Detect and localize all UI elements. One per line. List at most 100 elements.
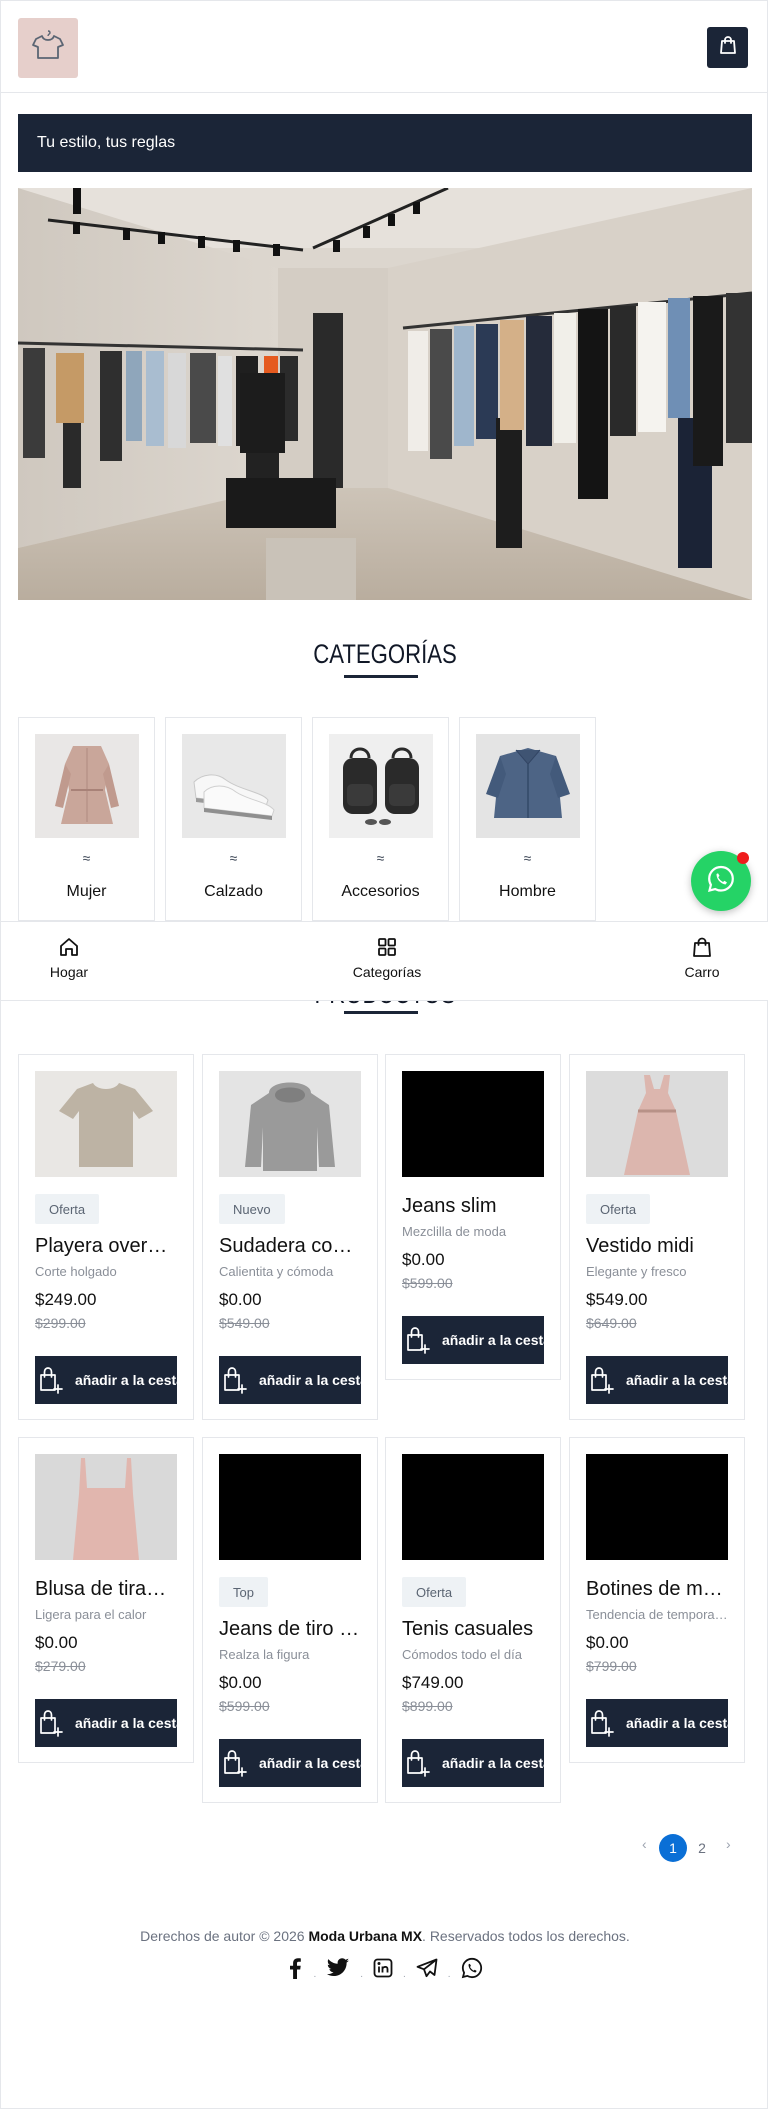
product-badge: Oferta [586, 1194, 651, 1224]
product-name[interactable]: Jeans de tiro alto [219, 1618, 361, 1641]
notification-dot [737, 852, 749, 864]
product-description: Corte holgado [35, 1264, 117, 1279]
product-price: $0.00 [586, 1633, 629, 1652]
product-image[interactable] [35, 1454, 177, 1560]
product-card[interactable]: Top Jeans de tiro alto Realza la figura $0.… [202, 1437, 378, 1803]
linkedin-icon[interactable] [373, 1958, 393, 1978]
product-description: Realza la figura [219, 1647, 310, 1662]
product-name[interactable]: Botines de moda [586, 1578, 728, 1601]
add-to-cart-button[interactable]: añadir a la cesta [35, 1699, 177, 1747]
product-image[interactable] [35, 1071, 177, 1177]
nav-label: Categorías [352, 964, 422, 980]
add-to-cart-label: añadir a la cesta [626, 1372, 728, 1388]
twitter-icon[interactable] [326, 1958, 350, 1978]
category-card-hombre[interactable]: ≈ Hombre [459, 717, 596, 921]
logo[interactable] [18, 18, 78, 78]
category-label: Calzado [204, 883, 263, 900]
pagination-next[interactable]: › [726, 1836, 731, 1852]
pagination-page-1[interactable]: 1 [659, 1834, 687, 1862]
product-old-price: $899.00 [402, 1698, 453, 1714]
add-to-cart-button[interactable]: añadir a la cesta [402, 1316, 544, 1364]
product-badge: Top [219, 1577, 268, 1607]
product-image[interactable] [219, 1454, 361, 1560]
product-name[interactable]: Blusa de tirantes [35, 1578, 177, 1601]
product-old-price: $599.00 [402, 1275, 453, 1291]
product-price: $0.00 [219, 1290, 262, 1309]
category-symbol: ≈ [376, 850, 385, 866]
product-description: Ligera para el calor [35, 1607, 147, 1622]
categories-title-underline [344, 675, 418, 678]
bag-plus-icon [224, 1367, 247, 1394]
product-image[interactable] [586, 1071, 728, 1177]
whatsapp-button[interactable] [691, 851, 751, 911]
product-image[interactable] [586, 1454, 728, 1560]
product-price: $549.00 [586, 1290, 648, 1309]
nav-item-carro[interactable]: Carro [652, 936, 752, 980]
product-card[interactable]: Oferta Tenis casuales Cómodos todo el día $… [385, 1437, 561, 1803]
product-image[interactable] [219, 1071, 361, 1177]
social-separator: . [313, 1968, 317, 1980]
category-image-mujer [35, 734, 139, 838]
category-symbol: ≈ [523, 850, 532, 866]
pagination-page-2[interactable]: 2 [688, 1834, 716, 1862]
add-to-cart-button[interactable]: añadir a la cesta [586, 1356, 728, 1404]
product-card[interactable]: Blusa de tirantes Ligera para el calor $0.… [18, 1437, 194, 1763]
pagination-prev[interactable]: ‹ [642, 1836, 647, 1852]
products-title-underline [344, 1011, 418, 1014]
product-name[interactable]: Sudadera con capucha [219, 1235, 361, 1258]
whatsapp-icon[interactable] [461, 1957, 483, 1979]
home-icon [19, 936, 119, 958]
header-cart-button[interactable] [707, 27, 748, 68]
product-old-price: $549.00 [219, 1315, 270, 1331]
product-name[interactable]: Vestido midi [586, 1235, 728, 1258]
product-price: $0.00 [219, 1673, 262, 1692]
nav-item-categorias[interactable]: Categorías [337, 936, 437, 980]
categories-title: CATEGORÍAS [313, 639, 457, 669]
product-card[interactable]: Oferta Vestido midi Elegante y fresco $549.… [569, 1054, 745, 1420]
category-label: Hombre [499, 883, 556, 900]
product-badge: Nuevo [219, 1194, 285, 1224]
product-image[interactable] [402, 1454, 544, 1560]
add-to-cart-button[interactable]: añadir a la cesta [586, 1699, 728, 1747]
grid-icon [337, 936, 437, 958]
bag-plus-icon [407, 1327, 430, 1354]
product-description: Calientita y cómoda [219, 1264, 334, 1279]
brand-name[interactable]: Moda Urbana MX [308, 1928, 422, 1944]
product-name[interactable]: Jeans slim [402, 1195, 544, 1218]
product-price: $749.00 [402, 1673, 464, 1692]
bag-plus-icon [40, 1710, 63, 1737]
facebook-icon[interactable] [287, 1957, 303, 1979]
category-card-calzado[interactable]: ≈ Calzado [165, 717, 302, 921]
copyright: Derechos de autor © 2026 Moda Urbana MX.… [1, 1928, 768, 1944]
shopping-bag-icon [652, 936, 752, 958]
product-card[interactable]: Jeans slim Mezclilla de moda $0.00 $599.00 a… [385, 1054, 561, 1380]
bag-plus-icon [591, 1710, 614, 1737]
nav-label: Hogar [49, 964, 89, 980]
product-card[interactable]: Botines de moda Tendencia de temporada $0.… [569, 1437, 745, 1763]
page: Tu estilo, tus reglas CATEGORÍAS ≈ Mujer… [0, 0, 768, 2109]
add-to-cart-button[interactable]: añadir a la cesta [402, 1739, 544, 1787]
hero-image [18, 188, 752, 600]
product-image[interactable] [402, 1071, 544, 1177]
product-badge: Oferta [402, 1577, 467, 1607]
add-to-cart-label: añadir a la cesta [442, 1332, 544, 1348]
nav-label: Carro [684, 964, 720, 980]
telegram-icon[interactable] [416, 1958, 438, 1978]
product-description: Cómodos todo el día [402, 1647, 522, 1662]
add-to-cart-button[interactable]: añadir a la cesta [35, 1356, 177, 1404]
product-name[interactable]: Tenis casuales [402, 1618, 544, 1641]
category-card-accesorios[interactable]: ≈ Accesorios [312, 717, 449, 921]
product-card[interactable]: Oferta Playera oversize Corte holgado $249.… [18, 1054, 194, 1420]
product-card[interactable]: Nuevo Sudadera con capucha Calientita y có… [202, 1054, 378, 1420]
bag-plus-icon [224, 1750, 247, 1777]
add-to-cart-label: añadir a la cesta [259, 1755, 361, 1771]
social-separator: . [360, 1968, 363, 1980]
category-card-mujer[interactable]: ≈ Mujer [18, 717, 155, 921]
add-to-cart-button[interactable]: añadir a la cesta [219, 1356, 361, 1404]
bag-plus-icon [407, 1750, 430, 1777]
product-name[interactable]: Playera oversize [35, 1235, 177, 1258]
add-to-cart-button[interactable]: añadir a la cesta [219, 1739, 361, 1787]
nav-item-hogar[interactable]: Hogar [19, 936, 119, 980]
add-to-cart-label: añadir a la cesta [442, 1755, 544, 1771]
category-image-calzado [182, 734, 286, 838]
